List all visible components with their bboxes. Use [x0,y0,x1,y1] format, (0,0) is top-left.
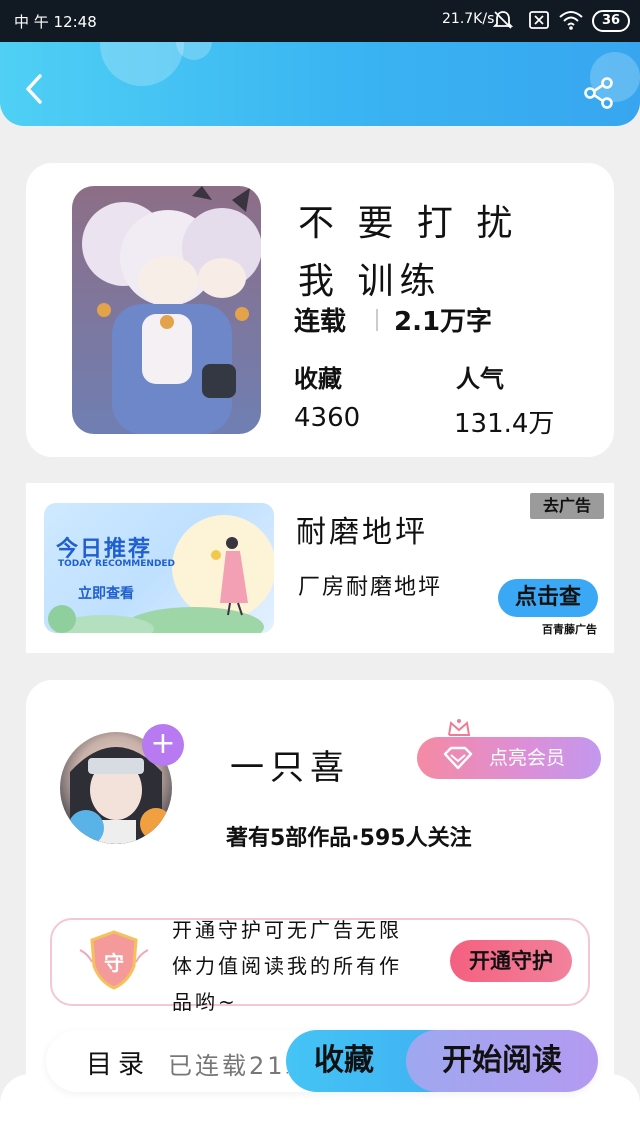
battery-indicator: 36 [592,10,630,32]
toc-button[interactable]: 目录 [86,1044,150,1081]
serial-status: 连载 [294,307,347,337]
popularity-value: 131.4万 [454,409,555,439]
collect-value: 4360 [294,403,361,433]
chevron-left-icon[interactable] [20,72,50,106]
author-stats: 著有5部作品·595人关注 [226,826,472,851]
ad-title: 耐磨地坪 [296,515,428,550]
vip-button-label: 点亮会员 [489,747,566,769]
mute-bell-icon [492,11,514,29]
guard-promo-text: 开通守护可无广告无限体力值阅读我的所有作品哟~ [172,918,402,1014]
crown-icon [448,719,471,736]
share-icon[interactable] [582,76,616,110]
shield-icon: 守 [79,930,149,990]
top-header [0,42,640,126]
ad-banner-cta: 立即查看 [78,586,134,602]
divider [376,309,378,331]
book-info-card: 不 要 打 扰 我 训练 连载 2.1万字 收藏 人气 4360 131.4万 [26,163,614,457]
start-reading-button[interactable]: 开始阅读 [406,1030,598,1092]
guard-badge-glyph: 守 [104,951,124,975]
word-count: 2.1万字 [394,307,493,337]
ad-card[interactable]: 今日推荐 TODAY RECOMMENDED 立即查看 耐磨地坪 厂房耐磨地坪 … [26,483,614,653]
collect-label: 收藏 [294,365,342,393]
chapter-status: 已连载21章 [168,1052,288,1080]
no-sim-icon [529,11,549,29]
remove-ad-button[interactable]: 去广告 [530,493,604,519]
popularity-label: 人气 [456,365,504,393]
vip-button[interactable]: 点亮会员 [417,737,601,779]
ad-subtitle: 厂房耐磨地坪 [298,575,443,600]
guard-promo[interactable]: 守 开通守护可无广告无限体力值阅读我的所有作品哟~ 开通守护 [50,918,590,1014]
ad-banner-subtitle: TODAY RECOMMENDED [58,559,176,569]
book-cover[interactable] [72,186,261,434]
ad-banner-image[interactable]: 今日推荐 TODAY RECOMMENDED 立即查看 [44,503,274,633]
diamond-icon [443,746,473,770]
ad-source-label: 百青藤广告 [542,623,597,636]
ad-cta-button[interactable]: 点击查 [498,579,598,617]
book-title: 不 要 打 扰 我 训练 [298,203,519,302]
follow-plus-button[interactable]: + [142,724,184,766]
status-time: 中 午 12:48 [14,13,97,31]
wifi-icon [559,11,583,30]
open-guard-button[interactable]: 开通守护 [450,940,572,982]
bottom-action-bar: 目录 已连载21章 收藏 开始阅读 [46,1030,598,1092]
status-bar: 中 午 12:48 21.7K/s 36 [0,0,640,42]
decor-bubble [100,42,184,86]
network-speed: 21.7K/s [442,11,495,27]
author-name: 一只喜 [230,748,350,788]
